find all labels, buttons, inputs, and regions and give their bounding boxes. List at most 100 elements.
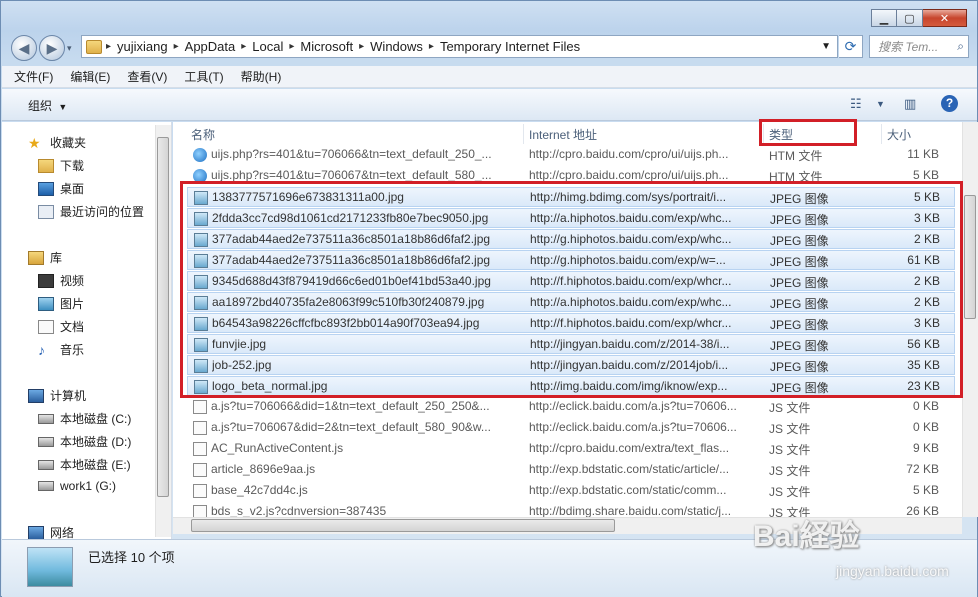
star-icon: ★: [28, 134, 41, 151]
column-header-url[interactable]: Internet 地址: [529, 124, 597, 144]
column-header-size[interactable]: 大小: [887, 124, 911, 144]
nav-downloads-label: 下载: [60, 159, 85, 173]
file-name: uijs.php?rs=401&tu=706066&tn=text_defaul…: [211, 147, 492, 161]
script-file-icon: [193, 484, 207, 498]
organize-button[interactable]: 组织 ▼: [28, 97, 67, 114]
forward-arrow-icon: ▶: [46, 39, 58, 56]
script-file-icon: [193, 421, 207, 435]
refresh-button[interactable]: ⟳: [839, 35, 863, 58]
nav-libraries-label: 库: [50, 251, 63, 265]
back-button[interactable]: ◀: [11, 35, 37, 61]
nav-videos-label: 视频: [60, 274, 85, 288]
file-type: JS 文件: [769, 443, 811, 457]
command-bar: 组织 ▼ ☷ ▼ ▥ ?: [2, 89, 977, 121]
nav-pictures-label: 图片: [60, 297, 85, 311]
explorer-window: ▁ ▢ ✕ ◀ ▶ ▾ ▸ yujixiang ▸ AppData ▸ Loca…: [0, 0, 978, 597]
nav-computer[interactable]: 计算机: [28, 387, 86, 404]
file-size: 11 KB: [907, 147, 939, 161]
column-header-name[interactable]: 名称: [191, 124, 215, 144]
nav-scrollbar-thumb[interactable]: [157, 137, 169, 497]
breadcrumb-appdata[interactable]: AppData: [179, 39, 242, 54]
file-type: JS 文件: [769, 485, 811, 499]
minimize-button[interactable]: ▁: [871, 9, 897, 27]
nav-libraries[interactable]: 库: [28, 249, 62, 266]
file-row[interactable]: article_8696e9aa.js http://exp.bdstatic.c…: [187, 460, 955, 480]
nav-desktop[interactable]: 桌面: [38, 180, 84, 197]
file-type: HTM 文件: [769, 149, 823, 163]
search-input[interactable]: 搜索 Tem...: [878, 38, 938, 55]
menu-help[interactable]: 帮助(H): [241, 68, 282, 85]
menu-view[interactable]: 查看(V): [127, 68, 167, 85]
file-row[interactable]: AC_RunActiveContent.js http://cpro.baidu.…: [187, 439, 955, 459]
nav-disk-d[interactable]: 本地磁盘 (D:): [38, 433, 131, 450]
file-size: 0 KB: [912, 420, 939, 434]
folder-icon: [86, 39, 102, 54]
file-row[interactable]: base_42c7dd4c.js http://exp.bdstatic.com/…: [187, 481, 955, 501]
drive-icon: [38, 413, 54, 424]
close-button[interactable]: ✕: [923, 9, 967, 27]
file-url: http://cpro.baidu.com/cpro/ui/uijs.ph...: [529, 147, 729, 161]
menu-file[interactable]: 文件(F): [14, 68, 53, 85]
nav-favorites-label: 收藏夹: [50, 136, 87, 150]
nav-work1-label: work1 (G:): [60, 479, 117, 493]
breadcrumb-temporary-internet-files[interactable]: Temporary Internet Files: [434, 39, 586, 54]
list-horizontal-scrollbar-thumb[interactable]: [191, 519, 615, 532]
nav-documents[interactable]: 文档: [38, 318, 84, 335]
nav-documents-label: 文档: [60, 320, 85, 334]
address-dropdown-icon[interactable]: ▼: [821, 41, 831, 52]
script-file-icon: [193, 442, 207, 456]
column-divider[interactable]: [523, 124, 524, 144]
breadcrumb-yujixiang[interactable]: yujixiang: [111, 39, 174, 54]
file-type: JS 文件: [769, 422, 811, 436]
list-vertical-scrollbar-thumb[interactable]: [964, 195, 976, 319]
desktop-icon: [38, 181, 54, 196]
view-options-icon[interactable]: ☷: [850, 96, 862, 112]
file-size: 26 KB: [906, 504, 939, 517]
nav-disk-e[interactable]: 本地磁盘 (E:): [38, 456, 131, 473]
type-column-highlight: [759, 119, 857, 146]
menu-tools[interactable]: 工具(T): [184, 68, 223, 85]
breadcrumb-local[interactable]: Local: [246, 39, 289, 54]
search-box[interactable]: 搜索 Tem... ⌕: [869, 35, 969, 58]
nav-downloads[interactable]: 下载: [38, 157, 84, 174]
address-bar[interactable]: ▸ yujixiang ▸ AppData ▸ Local ▸ Microsof…: [81, 35, 838, 58]
nav-recent-places[interactable]: 最近访问的位置: [38, 203, 144, 220]
file-row[interactable]: a.js?tu=706067&did=2&tn=text_default_580…: [187, 418, 955, 438]
file-url: http://eclick.baidu.com/a.js?tu=70606...: [529, 420, 737, 434]
view-dropdown-icon[interactable]: ▼: [876, 99, 885, 109]
column-divider[interactable]: [881, 124, 882, 144]
file-row[interactable]: uijs.php?rs=401&tu=706066&tn=text_defaul…: [187, 145, 955, 165]
nav-pictures[interactable]: 图片: [38, 295, 84, 312]
nav-work1[interactable]: work1 (G:): [38, 479, 116, 493]
organize-label: 组织: [28, 99, 53, 113]
nav-videos[interactable]: 视频: [38, 272, 84, 289]
preview-pane-icon[interactable]: ▥: [904, 96, 916, 112]
forward-button[interactable]: ▶: [39, 35, 65, 61]
jpeg-rows-highlight: [180, 181, 963, 398]
computer-icon: [28, 388, 44, 403]
script-file-icon: [193, 505, 207, 517]
breadcrumb-microsoft[interactable]: Microsoft: [294, 39, 359, 54]
file-size: 5 KB: [912, 168, 939, 182]
list-vertical-scrollbar[interactable]: [962, 122, 978, 517]
file-url: http://bdimg.share.baidu.com/static/j...: [529, 504, 732, 517]
file-name: AC_RunActiveContent.js: [211, 441, 344, 455]
file-row[interactable]: a.js?tu=706066&did=1&tn=text_default_250…: [187, 397, 955, 417]
documents-icon: [38, 319, 54, 334]
nav-music[interactable]: ♪ 音乐: [38, 341, 84, 358]
nav-network[interactable]: 网络: [28, 524, 74, 539]
recent-pages-chevron-icon[interactable]: ▾: [67, 43, 72, 54]
file-name: a.js?tu=706066&did=1&tn=text_default_250…: [211, 399, 490, 413]
search-icon[interactable]: ⌕: [957, 39, 964, 54]
nav-disk-c[interactable]: 本地磁盘 (C:): [38, 410, 131, 427]
nav-computer-label: 计算机: [50, 389, 87, 403]
file-url: http://cpro.baidu.com/extra/text_flas...: [529, 441, 730, 455]
menu-edit[interactable]: 编辑(E): [70, 68, 110, 85]
maximize-button[interactable]: ▢: [897, 9, 923, 27]
help-icon[interactable]: ?: [941, 95, 958, 112]
file-type: JS 文件: [769, 401, 811, 415]
nav-favorites[interactable]: ★ 收藏夹: [28, 134, 86, 151]
music-icon: ♪: [38, 341, 45, 358]
breadcrumb-windows[interactable]: Windows: [364, 39, 429, 54]
file-url: http://eclick.baidu.com/a.js?tu=70606...: [529, 399, 737, 413]
